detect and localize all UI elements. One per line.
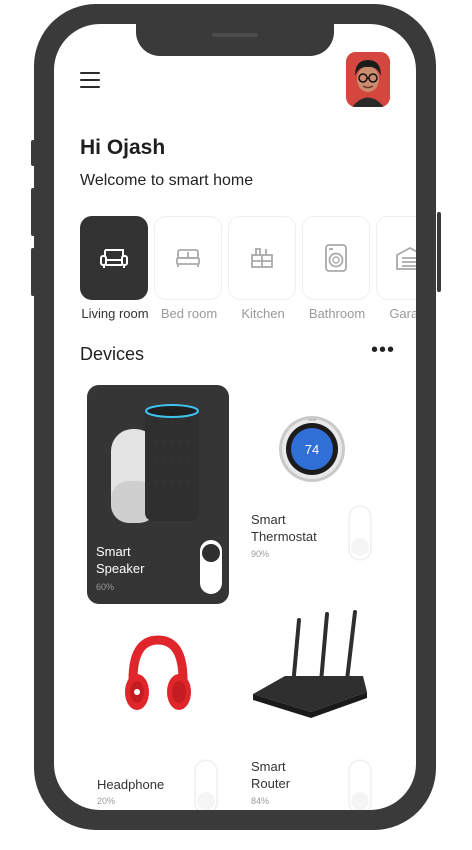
router-image (253, 610, 367, 718)
user-avatar[interactable] (346, 52, 390, 107)
notch (136, 24, 334, 56)
room-garage[interactable]: Garage (376, 216, 416, 321)
speaker-grille (212, 33, 258, 37)
device-percent: 20% (97, 796, 116, 806)
room-kitchen[interactable]: Kitchen (228, 216, 298, 321)
power-button (437, 212, 441, 292)
bed-icon (176, 249, 200, 267)
room-label: Kitchen (241, 306, 285, 321)
device-card-smart-speaker[interactable]: Smart Speaker 60% (87, 385, 229, 604)
smart-speaker-image (111, 404, 199, 523)
garage-icon (396, 246, 416, 270)
room-selector: Living room Bed room Kitchen Bathroom Ga… (80, 216, 416, 326)
device-card-headphone[interactable]: Headphone 20% (87, 622, 229, 810)
device-name: Headphone (97, 777, 165, 792)
greeting-subtitle: Welcome to smart home (80, 172, 254, 189)
devices-section-title: Devices (80, 344, 145, 364)
device-card-smart-router[interactable]: Smart Router 84% (241, 610, 383, 810)
device-toggle-smart-router[interactable] (349, 760, 371, 810)
thermostat-display: 74 (305, 442, 319, 457)
room-bed-room[interactable]: Bed room (154, 216, 224, 321)
device-card-smart-thermostat[interactable]: 74 nest Smart Thermostat 90% (241, 385, 383, 604)
kitchen-icon (251, 248, 273, 268)
device-name: Smart Router (251, 759, 291, 791)
device-name: Smart Thermostat (251, 512, 317, 544)
room-label: Bathroom (308, 306, 366, 321)
device-percent: 84% (251, 796, 270, 806)
sofa-icon (100, 249, 128, 268)
greeting-title: Hi Ojash (80, 136, 166, 159)
room-label: Living room (81, 306, 149, 321)
washing-machine-icon (325, 244, 347, 272)
device-toggle-smart-thermostat[interactable] (349, 506, 371, 560)
room-label: Bed room (160, 306, 218, 321)
room-living-room[interactable]: Living room (80, 216, 150, 321)
room-label: Garage (389, 306, 416, 321)
app-screen: Hi Ojash Welcome to smart home Living ro… (54, 24, 416, 810)
svg-text:nest: nest (308, 417, 316, 422)
hamburger-menu-icon[interactable] (80, 72, 100, 90)
thermostat-image: 74 nest (279, 416, 345, 482)
more-options-icon[interactable]: ••• (371, 340, 395, 360)
device-toggle-smart-speaker[interactable] (200, 540, 222, 594)
device-percent: 90% (251, 549, 270, 559)
device-toggle-headphone[interactable] (195, 760, 217, 810)
phone-frame: Hi Ojash Welcome to smart home Living ro… (34, 4, 436, 830)
device-name: Smart Speaker (96, 544, 145, 576)
headphone-image (125, 635, 191, 710)
room-bathroom[interactable]: Bathroom (302, 216, 372, 321)
device-percent: 60% (96, 582, 115, 592)
